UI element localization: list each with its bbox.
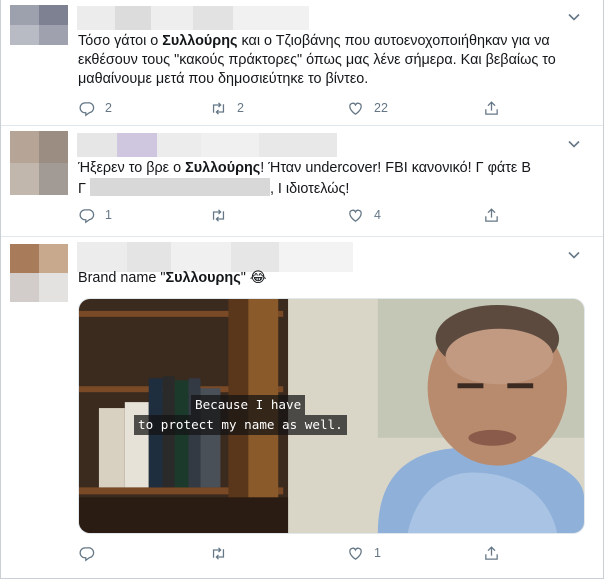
reply-button[interactable] xyxy=(78,543,105,563)
chevron-down-icon[interactable] xyxy=(567,10,581,24)
redacted-text xyxy=(89,178,270,196)
video-subtitle: Because I have to protect my name as wel… xyxy=(134,395,347,435)
video-thumbnail[interactable]: Because I have to protect my name as wel… xyxy=(78,298,585,534)
tweet-feed: Τόσο γάτοι ο Συλλούρης και ο Τζιοβάνης π… xyxy=(0,0,604,579)
chevron-down-icon[interactable] xyxy=(567,248,581,262)
share-icon xyxy=(485,100,498,115)
avatar[interactable] xyxy=(10,244,68,302)
share-button[interactable] xyxy=(483,543,500,563)
tweet-text: Τόσο γάτοι ο Συλλούρης και ο Τζιοβάνης π… xyxy=(78,33,556,87)
reply-button[interactable]: 1 xyxy=(78,205,112,225)
tweet[interactable]: Brand name "Συλλουρης" 😂 Because I have … xyxy=(1,237,603,579)
blurred-username[interactable] xyxy=(77,133,337,157)
like-count: 4 xyxy=(374,208,381,222)
tweet-actions: 1 4 xyxy=(78,205,538,225)
retweet-button[interactable]: 2 xyxy=(210,98,244,118)
share-button[interactable] xyxy=(483,98,500,118)
share-icon xyxy=(485,545,498,560)
heart-icon xyxy=(349,547,362,560)
blurred-username[interactable] xyxy=(77,6,309,30)
retweet-icon xyxy=(212,208,225,222)
avatar[interactable] xyxy=(10,131,68,195)
tweet-text: Brand name "Συλλουρης" 😂 xyxy=(78,270,267,286)
reply-count: 2 xyxy=(105,101,112,115)
tweet-text: Ήξερεν το βρε ο Συλλούρης! Ήταν undercov… xyxy=(78,160,531,197)
reply-icon xyxy=(79,208,95,223)
reply-icon xyxy=(79,546,95,561)
retweet-button[interactable] xyxy=(210,205,237,225)
tweet[interactable]: Τόσο γάτοι ο Συλλούρης και ο Τζιοβάνης π… xyxy=(1,0,603,126)
mention-name: Συλλουρης xyxy=(165,270,241,286)
heart-icon xyxy=(349,209,362,222)
retweet-icon xyxy=(212,546,225,560)
tweet-actions: 2 2 22 xyxy=(78,98,538,118)
retweet-icon xyxy=(212,101,225,115)
like-count: 1 xyxy=(374,546,381,560)
mention-name: Συλλούρης xyxy=(162,33,238,49)
tweet-actions: 1 xyxy=(78,543,538,563)
retweet-count: 2 xyxy=(237,101,244,115)
reply-button[interactable]: 2 xyxy=(78,98,112,118)
like-button[interactable]: 1 xyxy=(347,543,381,563)
blurred-username[interactable] xyxy=(77,242,353,272)
retweet-button[interactable] xyxy=(210,543,237,563)
like-button[interactable]: 4 xyxy=(347,205,381,225)
share-icon xyxy=(485,207,498,222)
mention-name: Συλλούρης xyxy=(185,160,261,176)
reply-count: 1 xyxy=(105,208,112,222)
like-button[interactable]: 22 xyxy=(347,98,388,118)
avatar[interactable] xyxy=(10,5,68,45)
reply-icon xyxy=(79,101,95,116)
chevron-down-icon[interactable] xyxy=(567,137,581,151)
heart-icon xyxy=(349,102,362,115)
tweet[interactable]: Ήξερεν το βρε ο Συλλούρης! Ήταν undercov… xyxy=(1,126,603,237)
share-button[interactable] xyxy=(483,205,500,225)
like-count: 22 xyxy=(374,101,388,115)
